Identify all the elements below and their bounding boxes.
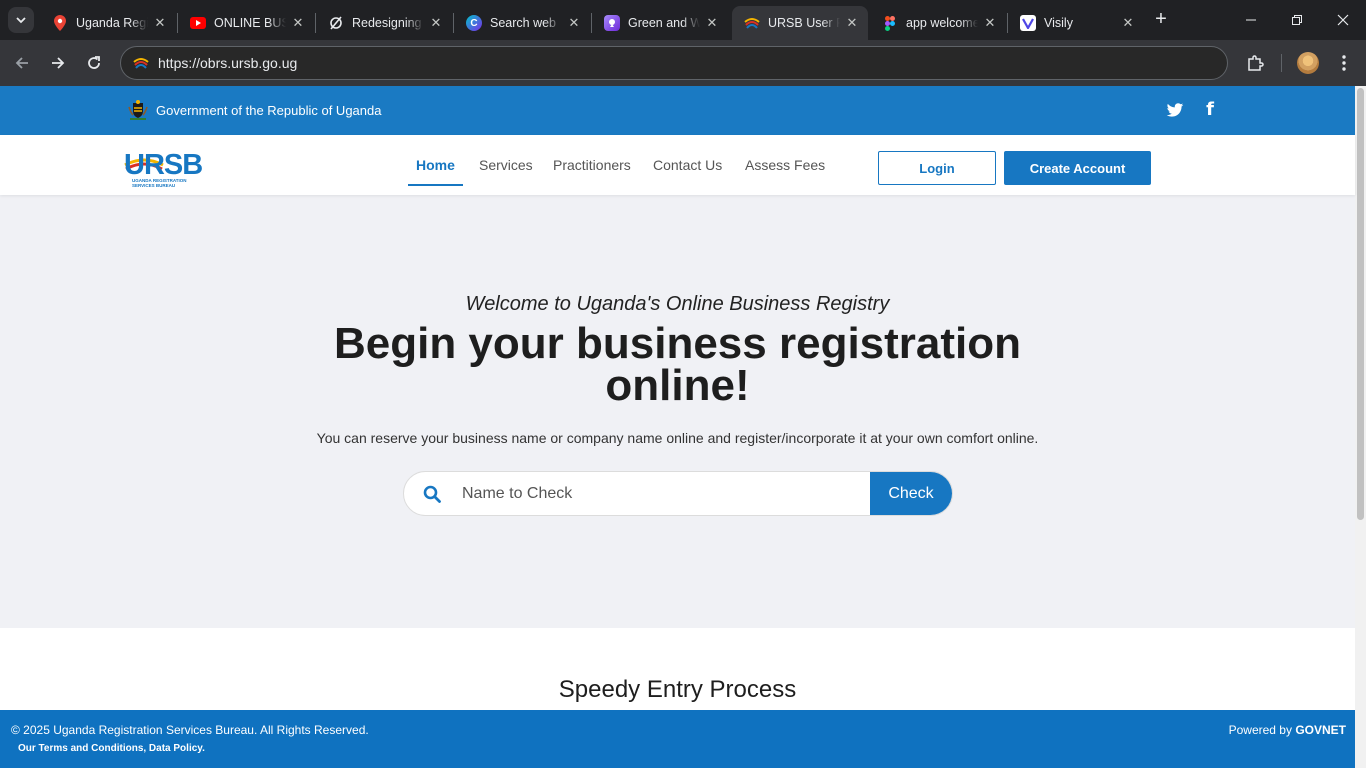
scrollbar-thumb[interactable] <box>1357 88 1364 520</box>
close-icon[interactable]: ✕ <box>704 15 720 31</box>
minimize-icon <box>1246 19 1256 21</box>
tab-label: ONLINE BUSINESS <box>214 16 286 30</box>
more-vertical-icon <box>1342 55 1346 71</box>
close-icon[interactable]: ✕ <box>982 15 998 31</box>
reload-button[interactable] <box>82 51 106 75</box>
close-icon[interactable]: ✕ <box>844 15 860 31</box>
coat-of-arms-icon <box>128 100 148 120</box>
url-text: https://obrs.ursb.go.ug <box>158 55 298 71</box>
government-label: Government of the Republic of Uganda <box>156 103 382 118</box>
close-icon <box>1337 14 1349 26</box>
footer-terms-link[interactable]: Our Terms and Conditions, Data Policy. <box>18 743 205 754</box>
browser-tab[interactable]: Green and White ✕ <box>592 6 728 40</box>
pen-tool-icon <box>328 15 344 31</box>
chevron-down-icon <box>16 17 26 24</box>
name-search-bar: Check <box>403 471 953 516</box>
browser-tab[interactable]: Uganda Registration ✕ <box>40 6 176 40</box>
nav-link-assess-fees[interactable]: Assess Fees <box>745 157 825 173</box>
figma-icon <box>882 15 898 31</box>
ursb-logo[interactable]: URSB UGANDA REGISTRATION SERVICES BUREAU <box>124 149 212 189</box>
powered-by-prefix: Powered by <box>1228 723 1292 737</box>
check-button[interactable]: Check <box>870 472 952 515</box>
tab-label: app welcome <box>906 16 978 30</box>
reload-icon <box>88 56 100 69</box>
close-window-button[interactable] <box>1320 0 1366 40</box>
browser-tab[interactable]: ONLINE BUSINESS ✕ <box>178 6 314 40</box>
browser-tab-active[interactable]: URSB User Portal ✕ <box>732 6 868 40</box>
close-icon[interactable]: ✕ <box>1120 15 1136 31</box>
hero-title: Begin your business registration online! <box>333 319 1022 410</box>
close-icon[interactable]: ✕ <box>152 15 168 31</box>
browser-tab[interactable]: app welcome ✕ <box>870 6 1006 40</box>
close-icon[interactable]: ✕ <box>566 15 582 31</box>
government-bar: Government of the Republic of Uganda f <box>0 86 1355 135</box>
forward-button[interactable] <box>46 51 70 75</box>
browser-menu-button[interactable] <box>1332 51 1356 75</box>
app-icon <box>604 15 620 31</box>
tab-label: Redesigning <box>352 16 422 30</box>
name-search-input[interactable] <box>462 472 862 515</box>
extensions-button[interactable] <box>1243 51 1267 75</box>
nav-link-practitioners[interactable]: Practitioners <box>553 157 631 173</box>
hero-section: Welcome to Uganda's Online Business Regi… <box>0 195 1355 628</box>
tab-search-button[interactable] <box>8 7 34 33</box>
page-viewport: Government of the Republic of Uganda f U… <box>0 86 1366 768</box>
new-tab-button[interactable]: + <box>1150 8 1172 30</box>
restore-icon <box>1292 15 1302 25</box>
tab-label: Green and White <box>628 16 700 30</box>
browser-toolbar: https://obrs.ursb.go.ug <box>0 40 1366 86</box>
youtube-icon <box>190 17 206 29</box>
site-footer: © 2025 Uganda Registration Services Bure… <box>0 710 1355 768</box>
address-bar[interactable]: https://obrs.ursb.go.ug <box>120 46 1228 80</box>
profile-avatar[interactable] <box>1297 52 1319 74</box>
hero-eyebrow: Welcome to Uganda's Online Business Regi… <box>465 293 890 315</box>
tab-label: Search web <box>490 16 557 30</box>
site-navbar: URSB UGANDA REGISTRATION SERVICES BUREAU… <box>0 135 1355 195</box>
active-nav-indicator <box>408 184 463 186</box>
puzzle-icon <box>1248 55 1264 71</box>
login-button[interactable]: Login <box>878 151 996 185</box>
visily-icon <box>1020 15 1036 31</box>
powered-by-brand[interactable]: GOVNET <box>1295 723 1346 737</box>
search-icon <box>423 485 441 503</box>
nav-link-services[interactable]: Services <box>479 157 533 173</box>
arrow-right-icon <box>52 57 65 69</box>
browser-tab[interactable]: Visily ✕ <box>1008 6 1144 40</box>
close-icon[interactable]: ✕ <box>290 15 306 31</box>
browser-tab-strip: Uganda Registration ✕ ONLINE BUSINESS ✕ … <box>0 0 1366 40</box>
browser-tab[interactable]: C Search web ✕ <box>454 6 590 40</box>
arrow-left-icon <box>15 57 28 69</box>
toolbar-divider <box>1281 54 1282 72</box>
hero-description: You can reserve your business name or co… <box>316 430 1039 446</box>
tab-label: Uganda Registration <box>76 16 148 30</box>
section-title: Speedy Entry Process <box>558 676 797 703</box>
logo-wordmark: URSB <box>124 149 203 181</box>
page-scrollbar[interactable] <box>1355 86 1366 768</box>
twitter-icon[interactable] <box>1166 101 1184 119</box>
ursb-icon <box>744 15 760 31</box>
site-info-icon <box>133 58 149 69</box>
canva-icon: C <box>466 15 482 31</box>
nav-link-home[interactable]: Home <box>416 157 455 173</box>
logo-subtitle: UGANDA REGISTRATION SERVICES BUREAU <box>132 178 187 188</box>
close-icon[interactable]: ✕ <box>428 15 444 31</box>
footer-copyright: © 2025 Uganda Registration Services Bure… <box>11 723 369 737</box>
tab-label: Visily <box>1044 16 1073 30</box>
facebook-icon[interactable]: f <box>1203 100 1217 120</box>
browser-tab[interactable]: Redesigning ✕ <box>316 6 452 40</box>
maps-pin-icon <box>52 15 68 31</box>
tab-label: URSB User Portal <box>768 16 840 30</box>
minimize-button[interactable] <box>1228 0 1274 40</box>
create-account-button[interactable]: Create Account <box>1004 151 1151 185</box>
footer-powered-by: Powered by GOVNET <box>1229 723 1346 737</box>
restore-button[interactable] <box>1274 0 1320 40</box>
back-button[interactable] <box>10 51 34 75</box>
nav-link-contact-us[interactable]: Contact Us <box>653 157 722 173</box>
